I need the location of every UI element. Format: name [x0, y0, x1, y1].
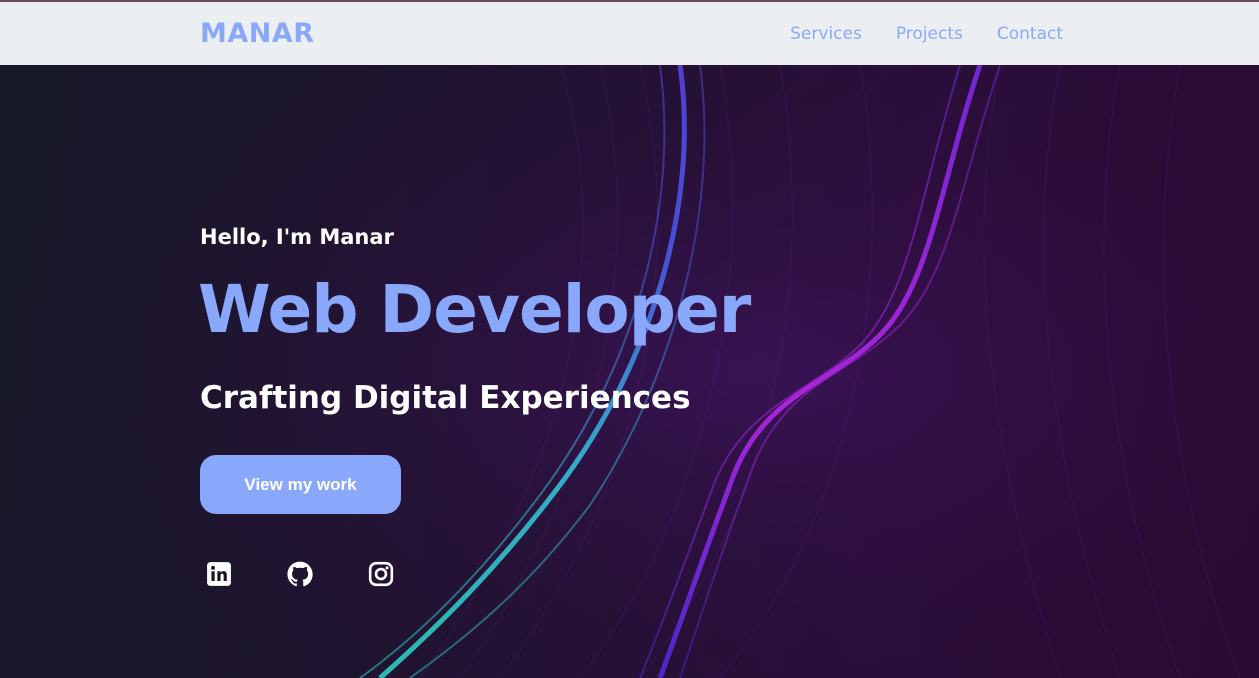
nav-link-services[interactable]: Services — [790, 24, 862, 44]
hero-title: Web Developer — [198, 271, 751, 348]
hero-greeting: Hello, I'm Manar — [200, 225, 394, 249]
instagram-icon — [368, 561, 394, 587]
linkedin-icon — [207, 562, 231, 586]
hero-subtitle: Crafting Digital Experiences — [200, 380, 691, 416]
linkedin-link[interactable] — [204, 559, 234, 589]
hero-section: Hello, I'm Manar Web Developer Crafting … — [0, 65, 1259, 678]
main-nav: Services Projects Contact — [790, 24, 1063, 44]
site-logo[interactable]: MANAR — [200, 18, 315, 49]
instagram-link[interactable] — [366, 559, 396, 589]
github-icon — [287, 561, 313, 587]
top-border — [0, 0, 1259, 2]
hero-wave-background — [0, 65, 1259, 678]
nav-link-contact[interactable]: Contact — [997, 24, 1063, 44]
navbar: MANAR Services Projects Contact — [0, 2, 1259, 65]
view-work-button[interactable]: View my work — [200, 455, 401, 514]
nav-link-projects[interactable]: Projects — [896, 24, 963, 44]
github-link[interactable] — [285, 559, 315, 589]
